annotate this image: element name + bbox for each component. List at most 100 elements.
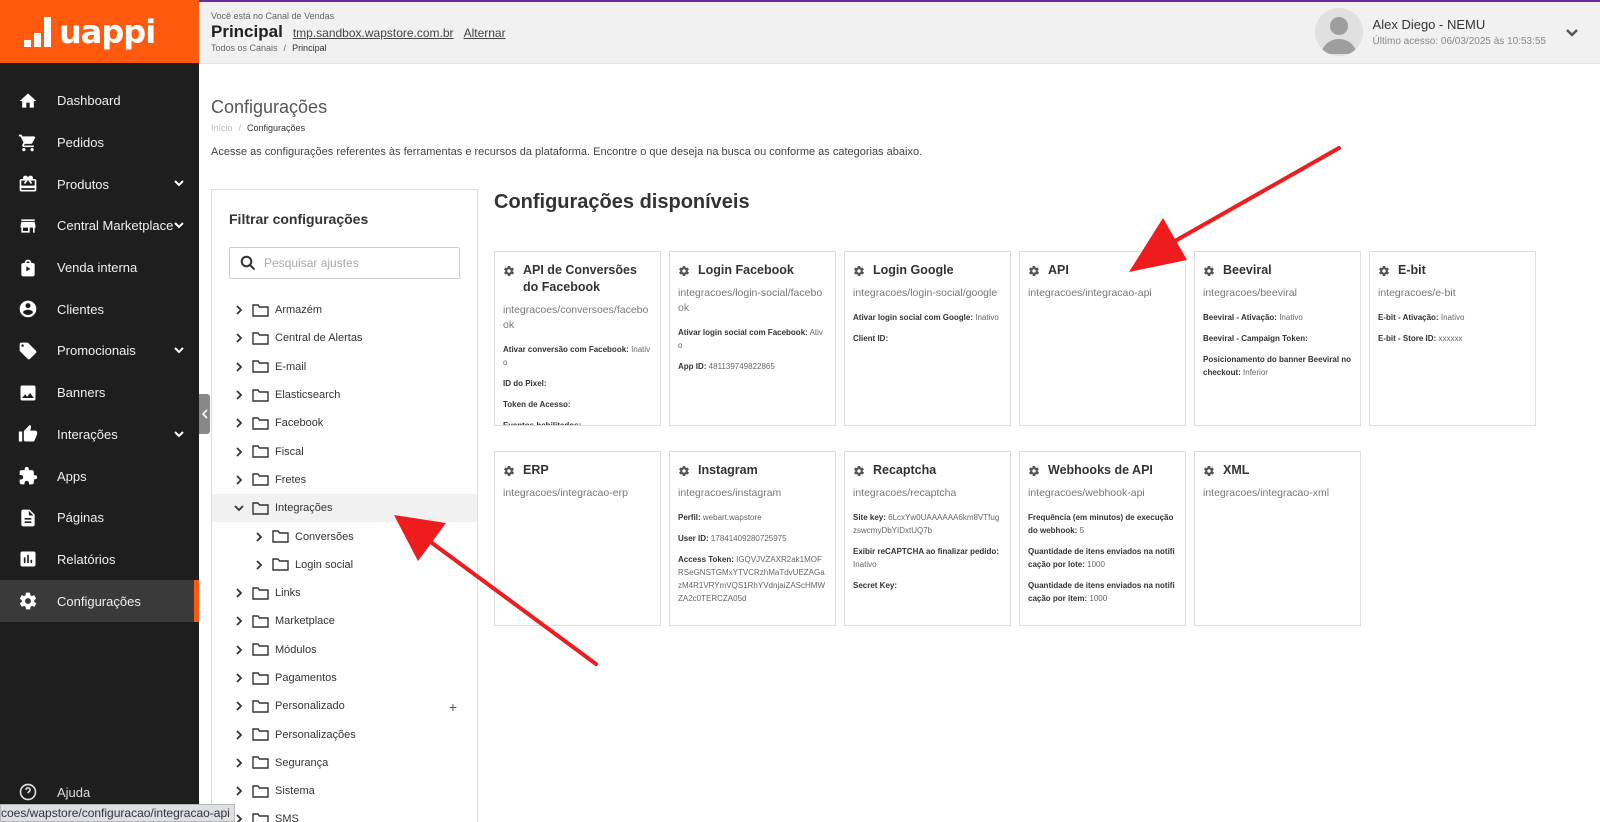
tree-item-label: Armazém [275,304,323,317]
folder-icon [252,332,269,345]
sidebar-item-interacoes[interactable]: Interações [0,414,199,456]
tree-item-elasticsearch[interactable]: Elasticsearch [212,381,477,409]
chevron-down-icon [173,428,185,440]
breadcrumb-all-channels[interactable]: Todos os Canais [211,43,278,53]
tree-item-label: Links [275,587,301,600]
folder-icon [252,502,269,515]
tree-item-facebook[interactable]: Facebook [212,409,477,437]
chevron-down-icon[interactable] [1564,24,1580,40]
sidebar-item-central-marketplace[interactable]: Central Marketplace [0,205,199,247]
config-field: Ativar conversão com Facebook: Inativo [503,343,652,369]
switch-channel-link[interactable]: Alternar [464,26,506,40]
config-field: Client ID: [853,332,1002,345]
tree-item-marketplace[interactable]: Marketplace [212,607,477,635]
sidebar-item-configuracoes[interactable]: Configurações [0,580,199,622]
sidebar-collapse-handle[interactable] [199,394,210,434]
sidebar-item-produtos[interactable]: Produtos [0,163,199,205]
config-card[interactable]: ERP integracoes/integracao-erp [494,451,661,626]
sidebar-item-label: Banners [57,385,106,401]
breadcrumb-separator: / [238,123,242,133]
chevron-right-icon [234,475,244,485]
chevron-right-icon [254,560,264,570]
config-card-title: API de Conversões do Facebook [523,263,637,294]
tree-item-pagamentos[interactable]: Pagamentos [212,664,477,692]
tree-item-login-social[interactable]: Login social [212,551,477,579]
tree-item-modulos[interactable]: Módulos [212,636,477,664]
tree-item-integracoes[interactable]: Integrações [212,494,477,523]
store-icon [18,216,38,236]
tree-item-fretes[interactable]: Fretes [212,466,477,494]
chevron-down-icon [173,344,185,356]
tree-item-e-mail[interactable]: E-mail [212,353,477,381]
sidebar-item-paginas[interactable]: Páginas [0,497,199,539]
sidebar-item-ajuda[interactable]: Ajuda [0,778,90,806]
config-card-fields: Site key: 6LcxYw0UAAAAAA6km8VTfugzswcmyD… [853,511,1002,592]
breadcrumb-home[interactable]: Início [211,123,233,133]
config-field-label: Ativar login social com Facebook: [678,328,808,337]
config-card[interactable]: Recaptcha integracoes/recaptcha Site key: … [844,451,1011,626]
search-box [229,247,460,279]
status-bar-url: coes/wapstore/configuracao/integracao-ap… [0,804,235,822]
config-card[interactable]: XML integracoes/integracao-xml [1194,451,1361,626]
config-field: E-bit - Store ID: xxxxxx [1378,332,1527,345]
config-card[interactable]: Login Google integracoes/login-social/goo… [844,251,1011,426]
folder-icon [252,473,269,487]
tree-item-armazem[interactable]: Armazém [212,296,477,324]
chevron-right-icon [234,673,244,683]
search-input[interactable] [264,256,454,270]
tree-item-label: Fretes [275,473,307,486]
config-card[interactable]: Webhooks de API integracoes/webhook-api Fr… [1019,451,1186,626]
config-card[interactable]: API de Conversões do Facebook integracoes… [494,251,661,426]
config-card[interactable]: Beeviral integracoes/beeviral Beeviral - A… [1194,251,1361,426]
config-card-header: E-bit [1378,262,1527,279]
sidebar-item-label: Relatórios [57,551,116,567]
config-card[interactable]: API integracoes/integracao-api [1019,251,1186,426]
sidebar-item-label: Produtos [57,176,110,192]
config-field-label: Access Token: [678,555,734,564]
sidebar: uappi Dashboard Pedidos Produtos Central… [0,0,199,822]
cart-icon [18,133,38,153]
tree-item-central-de-alertas[interactable]: Central de Alertas [212,324,477,352]
tree-item-links[interactable]: Links [212,579,477,607]
chevron-right-icon [234,814,244,822]
config-card[interactable]: E-bit integracoes/e-bit E-bit - Ativação: … [1369,251,1536,426]
sidebar-item-relatorios[interactable]: Relatórios [0,539,199,581]
tree-item-fiscal[interactable]: Fiscal [212,437,477,465]
channel-url-link[interactable]: tmp.sandbox.wapstore.com.br [293,26,454,40]
user-name: Alex Diego - NEMU [1372,17,1486,32]
sidebar-item-pedidos[interactable]: Pedidos [0,122,199,164]
gear-icon [18,591,38,611]
sidebar-item-promocionais[interactable]: Promocionais [0,330,199,372]
config-field-label: Token de Acesso: [503,400,571,409]
sidebar-item-dashboard[interactable]: Dashboard [0,80,199,122]
folder-icon [252,784,269,798]
user-menu[interactable]: Alex Diego - NEMU Último acesso: 06/03/2… [1314,8,1580,56]
uappi-logo[interactable]: uappi [0,0,199,63]
config-card-path: integracoes/instagram [678,487,782,499]
sidebar-item-clientes[interactable]: Clientes [0,288,199,330]
sidebar-item-banners[interactable]: Banners [0,372,199,414]
config-field-value: Inativo [853,560,877,569]
config-card[interactable]: Login Facebook integracoes/login-social/f… [669,251,836,426]
config-card-path: integracoes/beeviral [1203,287,1297,299]
folder-icon [252,813,269,822]
gear-icon [504,466,514,476]
tree-item-sms[interactable]: SMS [212,805,477,822]
config-card[interactable]: Instagram integracoes/instagram Perfil: we… [669,451,836,626]
config-field-value: Inativo [1440,313,1465,322]
tree-item-seguranca[interactable]: Segurança [212,749,477,777]
config-card-header: Login Google [853,262,1002,279]
tree-item-sistema[interactable]: Sistema [212,777,477,805]
breadcrumb-current-channel: Principal [292,43,327,53]
config-field-value: Inativo [1279,313,1303,322]
config-field-value: webart.wapstore [702,513,762,522]
plus-icon[interactable]: + [449,699,457,715]
tree-item-conversoes[interactable]: Conversões [212,522,477,550]
config-field: App ID: 481139749822865 [678,360,827,373]
config-field: Access Token: IGQVJVZAXR2ak1MOFRSeGNSTGM… [678,553,827,605]
tree-item-personalizacoes[interactable]: Personalizações [212,720,477,748]
tree-item-personalizado[interactable]: Personalizado + [212,692,477,720]
folder-icon [252,388,269,402]
sidebar-item-apps[interactable]: Apps [0,455,199,497]
sidebar-item-venda-interna[interactable]: Venda interna [0,247,199,289]
